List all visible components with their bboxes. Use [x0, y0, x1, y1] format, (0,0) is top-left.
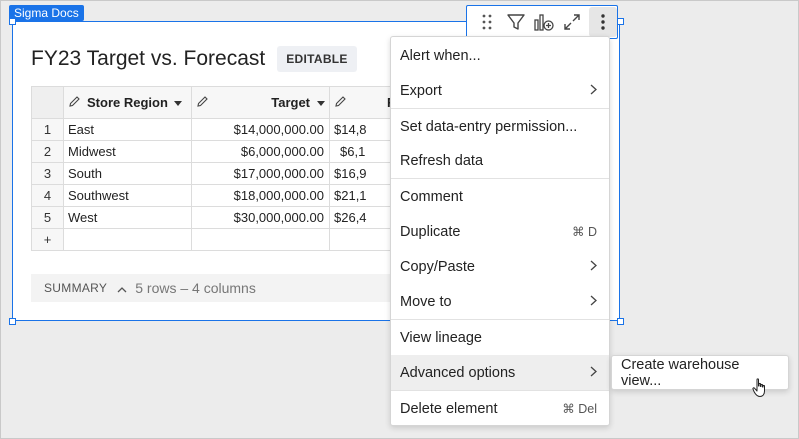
- menu-divider: [391, 108, 609, 109]
- menu-item-move-to[interactable]: Move to: [391, 285, 609, 318]
- chevron-right-icon: [590, 83, 597, 99]
- sort-caret-icon[interactable]: [317, 95, 325, 110]
- summary-bar[interactable]: SUMMARY 5 rows – 4 columns: [31, 274, 391, 302]
- menu-shortcut: ⌘ D: [572, 225, 597, 239]
- cell-forecast[interactable]: $6,1: [329, 140, 400, 163]
- menu-item-label: Advanced options: [400, 364, 516, 381]
- cell-store-region[interactable]: Midwest: [63, 140, 192, 163]
- menu-item-label: Move to: [400, 293, 452, 310]
- menu-item-label: Refresh data: [400, 152, 484, 169]
- cell-forecast[interactable]: $21,1: [329, 184, 400, 207]
- table-corner[interactable]: [31, 86, 64, 119]
- chevron-up-icon[interactable]: [117, 281, 127, 296]
- column-header-label: Store Region: [87, 95, 168, 110]
- menu-item-label: Duplicate: [400, 223, 461, 240]
- cell-forecast[interactable]: $26,4: [329, 206, 400, 229]
- menu-item-advanced-options[interactable]: Advanced options: [391, 355, 609, 390]
- menu-item-label: View lineage: [400, 329, 482, 346]
- editable-badge: EDITABLE: [277, 46, 357, 72]
- resize-handle-bottom-right[interactable]: [617, 318, 624, 325]
- menu-item-alert-when[interactable]: Alert when...: [391, 39, 609, 72]
- table-row[interactable]: 4 Southwest $18,000,000.00 $21,1: [31, 184, 400, 207]
- cell-target[interactable]: $30,000,000.00: [191, 206, 330, 229]
- element-toolbar: [466, 5, 618, 39]
- menu-item-label: Delete element: [400, 400, 498, 417]
- resize-handle-top-right[interactable]: [617, 18, 624, 25]
- menu-item-export[interactable]: Export: [391, 74, 609, 107]
- empty-cell[interactable]: [63, 228, 192, 251]
- column-header-forecast[interactable]: F: [329, 86, 400, 119]
- resize-handle-bottom-left[interactable]: [9, 318, 16, 325]
- title-row: FY23 Target vs. Forecast EDITABLE: [31, 46, 357, 72]
- column-header-label: Target: [271, 95, 310, 110]
- menu-item-label: Export: [400, 82, 442, 99]
- cell-store-region[interactable]: East: [63, 118, 192, 141]
- empty-cell[interactable]: [329, 228, 400, 251]
- row-number: 2: [31, 140, 64, 163]
- chevron-right-icon: [590, 294, 597, 310]
- chevron-right-icon: [590, 365, 597, 381]
- menu-item-comment[interactable]: Comment: [391, 180, 609, 213]
- pencil-icon: [196, 95, 209, 111]
- menu-divider: [391, 390, 609, 391]
- menu-item-duplicate[interactable]: Duplicate ⌘ D: [391, 215, 609, 248]
- cell-forecast[interactable]: $14,8: [329, 118, 400, 141]
- cell-target[interactable]: $17,000,000.00: [191, 162, 330, 185]
- sort-caret-icon[interactable]: [173, 95, 182, 110]
- add-row-button[interactable]: +: [31, 228, 64, 251]
- row-number: 3: [31, 162, 64, 185]
- table-row[interactable]: 1 East $14,000,000.00 $14,8: [31, 118, 400, 141]
- brand-tag: Sigma Docs: [9, 5, 84, 21]
- pencil-icon: [68, 95, 81, 111]
- filter-icon[interactable]: [501, 7, 529, 37]
- cell-forecast[interactable]: $16,9: [329, 162, 400, 185]
- more-vertical-icon[interactable]: [588, 7, 618, 37]
- add-row[interactable]: +: [31, 228, 400, 251]
- data-table: Store Region Target 1 East $14,000,000.0…: [31, 86, 400, 251]
- menu-item-label: Alert when...: [400, 47, 481, 64]
- table-row[interactable]: 3 South $17,000,000.00 $16,9: [31, 162, 400, 185]
- menu-item-label: Copy/Paste: [400, 258, 475, 275]
- pencil-icon: [334, 95, 347, 111]
- cell-target[interactable]: $18,000,000.00: [191, 184, 330, 207]
- context-menu: Alert when... Export Set data-entry perm…: [390, 36, 610, 426]
- drag-handle-icon[interactable]: [473, 7, 501, 37]
- menu-item-refresh-data[interactable]: Refresh data: [391, 144, 609, 177]
- menu-item-label: Set data-entry permission...: [400, 118, 578, 135]
- row-number: 1: [31, 118, 64, 141]
- row-number: 5: [31, 206, 64, 229]
- cell-target[interactable]: $6,000,000.00: [191, 140, 330, 163]
- column-header-target[interactable]: Target: [191, 86, 330, 119]
- row-number: 4: [31, 184, 64, 207]
- summary-text: 5 rows – 4 columns: [135, 280, 256, 296]
- add-chart-icon[interactable]: [530, 7, 558, 37]
- resize-handle-top-left[interactable]: [9, 18, 16, 25]
- menu-divider: [391, 319, 609, 320]
- cell-target[interactable]: $14,000,000.00: [191, 118, 330, 141]
- table-row[interactable]: 5 West $30,000,000.00 $26,4: [31, 206, 400, 229]
- menu-item-view-lineage[interactable]: View lineage: [391, 321, 609, 354]
- cell-store-region[interactable]: Southwest: [63, 184, 192, 207]
- menu-item-copy-paste[interactable]: Copy/Paste: [391, 250, 609, 283]
- cell-store-region[interactable]: South: [63, 162, 192, 185]
- menu-shortcut: ⌘ Del: [562, 402, 597, 416]
- chevron-right-icon: [590, 259, 597, 275]
- hand-cursor-icon: [752, 378, 768, 403]
- menu-item-label: Comment: [400, 188, 463, 205]
- cell-store-region[interactable]: West: [63, 206, 192, 229]
- expand-icon[interactable]: [558, 7, 586, 37]
- table-row[interactable]: 2 Midwest $6,000,000.00 $6,1: [31, 140, 400, 163]
- element-title[interactable]: FY23 Target vs. Forecast: [31, 47, 265, 71]
- empty-cell[interactable]: [191, 228, 330, 251]
- column-header-store-region[interactable]: Store Region: [63, 86, 192, 119]
- summary-label: SUMMARY: [44, 281, 108, 295]
- menu-divider: [391, 178, 609, 179]
- menu-item-delete-element[interactable]: Delete element ⌘ Del: [391, 392, 609, 425]
- menu-item-set-data-entry-permission[interactable]: Set data-entry permission...: [391, 110, 609, 143]
